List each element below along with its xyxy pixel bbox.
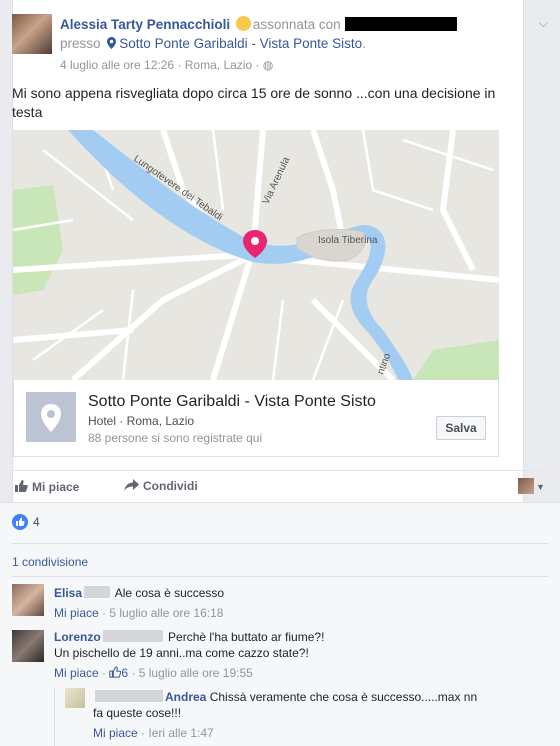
thumbs-up-icon bbox=[109, 666, 122, 678]
like-button[interactable]: Mi piace bbox=[14, 479, 79, 494]
blurred-name bbox=[95, 690, 163, 702]
comment-meta: Mi piace · 6 · 5 luglio alle ore 19:55 bbox=[54, 666, 253, 680]
comment-like-count: 6 bbox=[121, 666, 129, 680]
blurred-surname bbox=[102, 630, 163, 642]
map-graphic: Lungotevere dei Tebaldi Via Arenula Isol… bbox=[13, 130, 499, 380]
divider bbox=[12, 543, 548, 544]
comment-text: Ale cosa è successo bbox=[114, 586, 225, 600]
place-prefix: presso bbox=[60, 36, 101, 51]
chevron-down-icon[interactable]: ⌵ bbox=[539, 16, 548, 31]
post-actions: Mi piace Condividi ▼ bbox=[12, 470, 548, 502]
thumbs-up-icon bbox=[15, 480, 28, 492]
mini-avatar bbox=[518, 477, 534, 494]
commenter-avatar[interactable] bbox=[65, 688, 85, 708]
place-thumbnail bbox=[26, 392, 76, 442]
share-arrow-icon bbox=[124, 479, 139, 491]
globe-icon: ◍ bbox=[262, 58, 274, 72]
location-map[interactable]: Lungotevere dei Tebaldi Via Arenula Isol… bbox=[13, 130, 499, 380]
save-button[interactable]: Salva bbox=[436, 416, 486, 440]
place-card-title[interactable]: Sotto Ponte Garibaldi - Vista Ponte Sist… bbox=[88, 393, 376, 411]
blurred-surname bbox=[84, 586, 111, 598]
comment-likes[interactable]: 6 bbox=[109, 666, 128, 680]
caret-down-icon: ▼ bbox=[536, 482, 545, 492]
comment-like-link[interactable]: Mi piace bbox=[54, 606, 99, 620]
commenter-avatar[interactable] bbox=[12, 584, 44, 616]
map-label-isola: Isola Tiberina bbox=[318, 235, 378, 246]
comment-body: Andrea Chissà veramente che cosa è succe… bbox=[93, 689, 503, 705]
place-card-checkins: 88 persone si sono registrate qui bbox=[88, 431, 263, 445]
comment-text: Perchè l'ha buttato ar fiume?! bbox=[168, 630, 325, 644]
author-line: Alessia Tarty Pennacchioli assonnata con bbox=[60, 16, 457, 32]
comment-like-link[interactable]: Mi piace bbox=[93, 726, 138, 740]
post-header: Alessia Tarty Pennacchioli assonnata con… bbox=[12, 14, 548, 74]
comment-body: Elisa Ale cosa è successo bbox=[54, 585, 224, 601]
reactions-count: 4 bbox=[33, 515, 40, 529]
like-label: Mi piace bbox=[32, 480, 80, 494]
comment-time[interactable]: Ieri alle 1:47 bbox=[148, 726, 213, 740]
place-card-category: Hotel · Roma, Lazio bbox=[88, 414, 195, 428]
divider bbox=[12, 576, 548, 577]
audience-selector[interactable]: ▼ bbox=[518, 477, 548, 494]
comment-meta: Mi piace · 5 luglio alle ore 16:18 bbox=[54, 606, 224, 620]
author-avatar[interactable] bbox=[12, 14, 52, 54]
comment-text-line2: Un pischello de 19 anni..ma come cazzo s… bbox=[54, 646, 309, 660]
comment-reply: Andrea Chissà veramente che cosa è succe… bbox=[54, 688, 504, 746]
feeling-text: assonnata con bbox=[252, 17, 341, 32]
comment-like-link[interactable]: Mi piace bbox=[54, 666, 99, 680]
place-link[interactable]: Sotto Ponte Garibaldi - Vista Ponte Sist… bbox=[119, 36, 362, 51]
place-card[interactable]: Sotto Ponte Garibaldi - Vista Ponte Sist… bbox=[13, 380, 499, 457]
reactions-summary[interactable]: 4 bbox=[12, 514, 40, 530]
location-pin-icon bbox=[41, 404, 61, 432]
author-name[interactable]: Alessia Tarty Pennacchioli bbox=[60, 17, 230, 32]
place-line: presso Sotto Ponte Garibaldi - Vista Pon… bbox=[60, 36, 366, 51]
comment-time[interactable]: 5 luglio alle ore 19:55 bbox=[139, 666, 253, 680]
location-pin-icon bbox=[107, 37, 117, 49]
commenter-name[interactable]: Lorenzo bbox=[54, 630, 101, 644]
place-suffix: . bbox=[362, 36, 366, 51]
shares-link[interactable]: 1 condivisione bbox=[12, 555, 88, 569]
like-reaction-icon bbox=[12, 514, 28, 530]
post-date[interactable]: 4 luglio alle ore 12:26 bbox=[60, 58, 174, 72]
comment-time[interactable]: 5 luglio alle ore 16:18 bbox=[109, 606, 223, 620]
comment-text-line2: fa queste cose!!! bbox=[93, 706, 182, 720]
post-text: Mi sono appena risvegliata dopo circa 15… bbox=[12, 85, 496, 120]
commenter-name[interactable]: Elisa bbox=[54, 586, 82, 600]
share-label: Condividi bbox=[143, 479, 198, 493]
comment-meta: Mi piace · Ieri alle 1:47 bbox=[93, 726, 214, 740]
share-button[interactable]: Condividi bbox=[124, 479, 198, 493]
post-location[interactable]: Roma, Lazio bbox=[185, 58, 252, 72]
commenter-name[interactable]: Andrea bbox=[165, 690, 206, 704]
comment-body: Lorenzo Perchè l'ha buttato ar fiume?! bbox=[54, 629, 324, 645]
commenter-avatar[interactable] bbox=[12, 630, 44, 662]
redacted-tag bbox=[344, 17, 457, 31]
comment-text: Chissà veramente che cosa è successo....… bbox=[209, 690, 478, 704]
post-meta: 4 luglio alle ore 12:26 · Roma, Lazio · … bbox=[60, 58, 274, 72]
sleepy-emoji-icon bbox=[235, 16, 251, 31]
